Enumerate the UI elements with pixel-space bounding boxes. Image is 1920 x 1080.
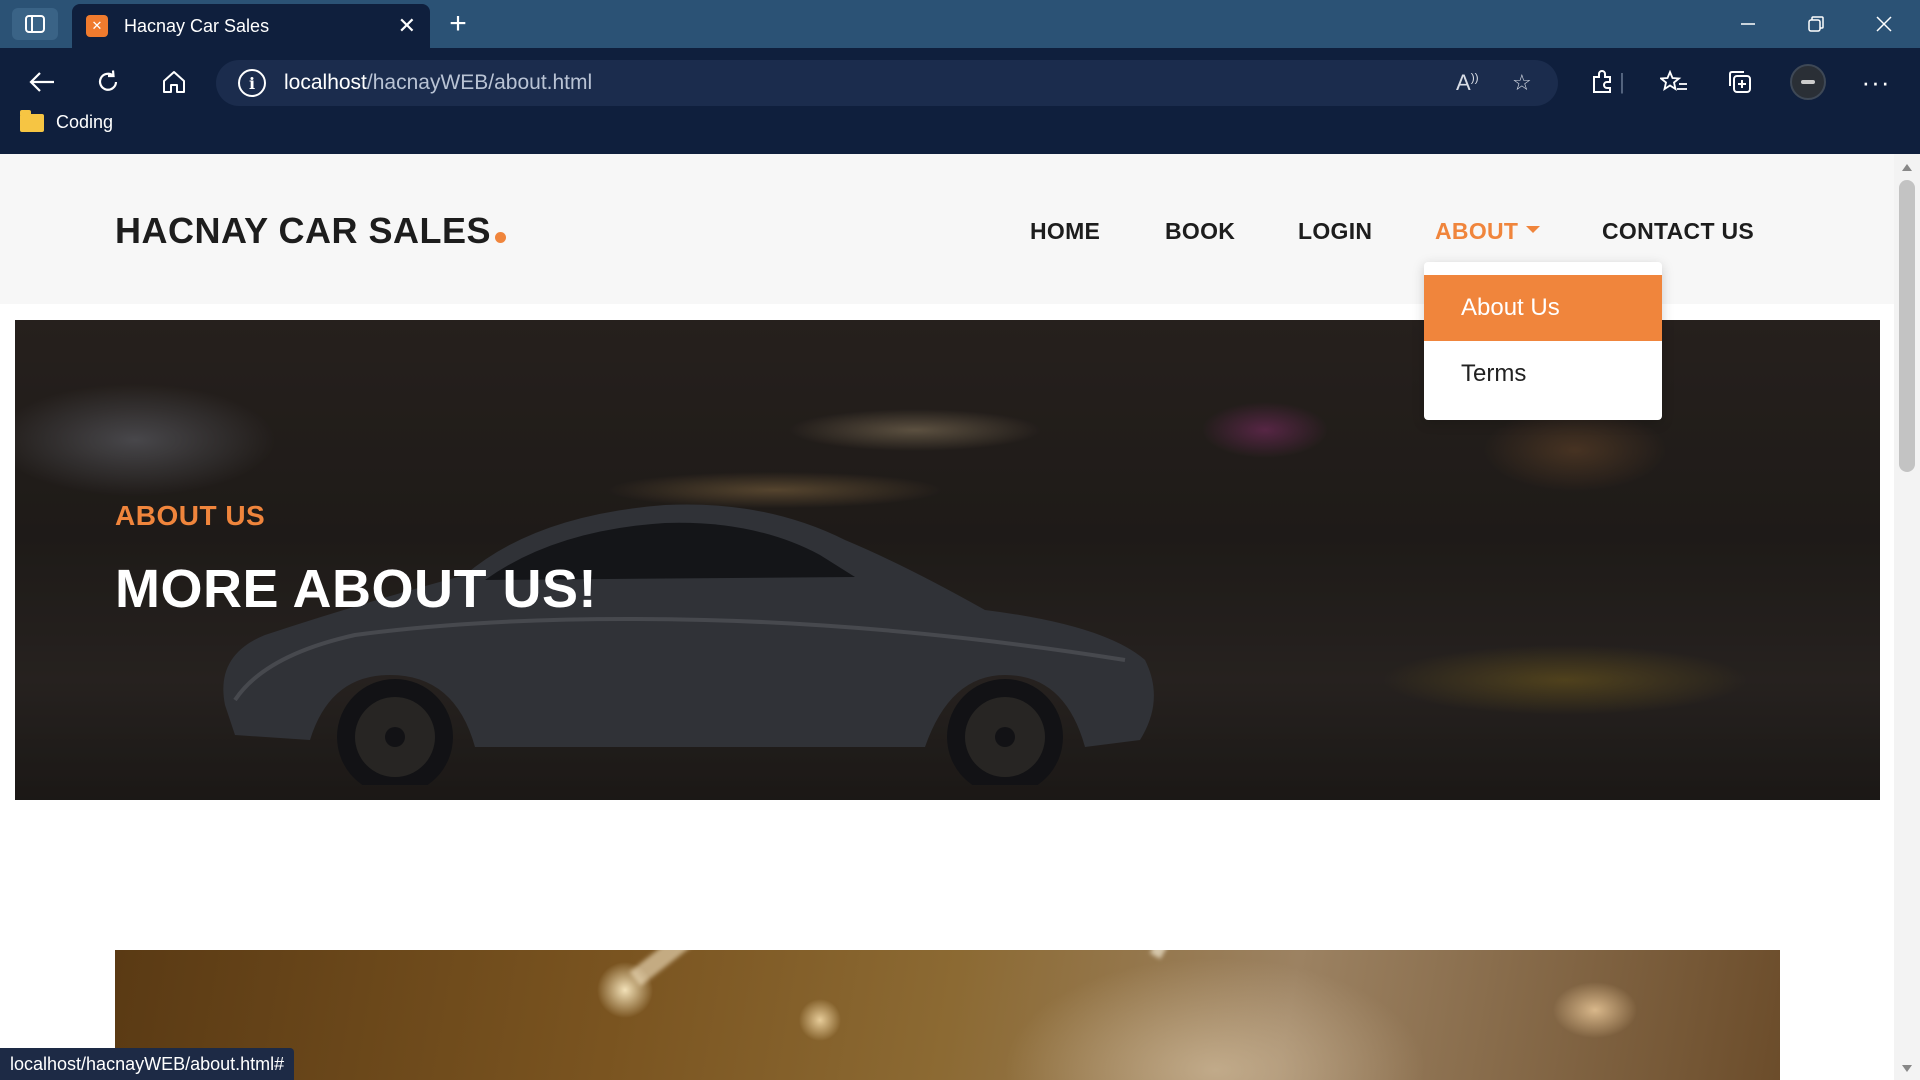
tab-close-icon[interactable]: ✕ [398,15,416,37]
more-menu-icon[interactable]: ··· [1854,60,1898,104]
nav-about[interactable]: ABOUT [1435,218,1541,245]
browser-tabbar: ✕ Hacnay Car Sales ✕ + [0,0,1920,48]
site-info-icon[interactable]: i [238,69,266,97]
address-path: /hacnayWEB/about.html [366,71,593,94]
scroll-thumb[interactable] [1899,180,1915,472]
address-bar[interactable]: i localhost/hacnayWEB/about.html A)) ☆ [216,60,1558,106]
minimize-icon [1741,23,1755,25]
brand-dot [495,232,507,243]
browser-toolbar: i localhost/hacnayWEB/about.html A)) ☆ |… [0,48,1920,154]
status-bar-link-preview: localhost/hacnayWEB/about.html# [0,1048,295,1080]
puzzle-icon [1593,70,1611,93]
favorites-button[interactable] [1652,60,1696,104]
dropdown-item-terms[interactable]: Terms [1424,341,1662,407]
scroll-up-arrow-icon[interactable] [1902,164,1912,171]
refresh-icon [98,70,118,91]
browser-tab[interactable]: ✕ Hacnay Car Sales ✕ [72,4,430,48]
content-car-image [115,950,1780,1080]
nav-book[interactable]: BOOK [1165,218,1235,245]
scroll-down-arrow-icon[interactable] [1902,1065,1912,1072]
light-streak [629,950,1035,987]
favorites-icon [1660,70,1687,91]
caret-down-icon [1526,226,1541,234]
nav-login[interactable]: LOGIN [1298,218,1372,245]
add-favorite-icon[interactable]: ☆ [1512,70,1532,96]
about-dropdown-menu: About Us Terms [1424,262,1662,420]
hero-title: MORE ABOUT US! [115,559,597,619]
new-tab-button[interactable]: + [440,6,476,42]
back-button[interactable] [20,60,64,104]
home-icon [163,71,185,93]
bookmarks-bar: Coding [20,109,113,133]
restore-button[interactable] [1782,0,1850,48]
xampp-favicon-icon: ✕ [86,15,108,37]
bookmark-coding[interactable]: Coding [56,112,113,133]
light-streak [1149,950,1291,959]
close-window-button[interactable] [1850,0,1918,48]
toolbar-divider: | [1619,69,1625,94]
profile-avatar[interactable] [1790,64,1826,100]
site-logo[interactable]: HACNAY CAR SALES [115,210,507,252]
tab-title: Hacnay Car Sales [124,15,270,36]
folder-icon [20,109,44,132]
nav-about-label: ABOUT [1435,218,1519,244]
refresh-button[interactable] [86,60,130,104]
back-arrow-icon [29,72,54,92]
collections-button[interactable] [1718,60,1762,104]
restore-icon [1808,16,1824,32]
tab-actions-button[interactable] [12,8,58,40]
page-viewport: HACNAY CAR SALES HOME BOOK LOGIN ABOUT C… [0,154,1920,1080]
minimize-button[interactable] [1714,0,1782,48]
brand-name: HACNAY CAR SALES [115,210,492,251]
read-aloud-icon[interactable]: A)) [1456,70,1479,96]
close-icon [1876,16,1892,32]
collections-icon [1729,71,1751,93]
nav-contact-us[interactable]: CONTACT US [1602,218,1754,245]
hero-subtitle: ABOUT US [115,500,266,531]
dropdown-item-about-us[interactable]: About Us [1424,275,1662,341]
tab-actions-icon [25,15,45,33]
nav-home[interactable]: HOME [1030,218,1100,245]
vertical-scrollbar[interactable] [1894,154,1920,1080]
address-host: localhost [284,71,367,94]
home-button[interactable] [152,60,196,104]
